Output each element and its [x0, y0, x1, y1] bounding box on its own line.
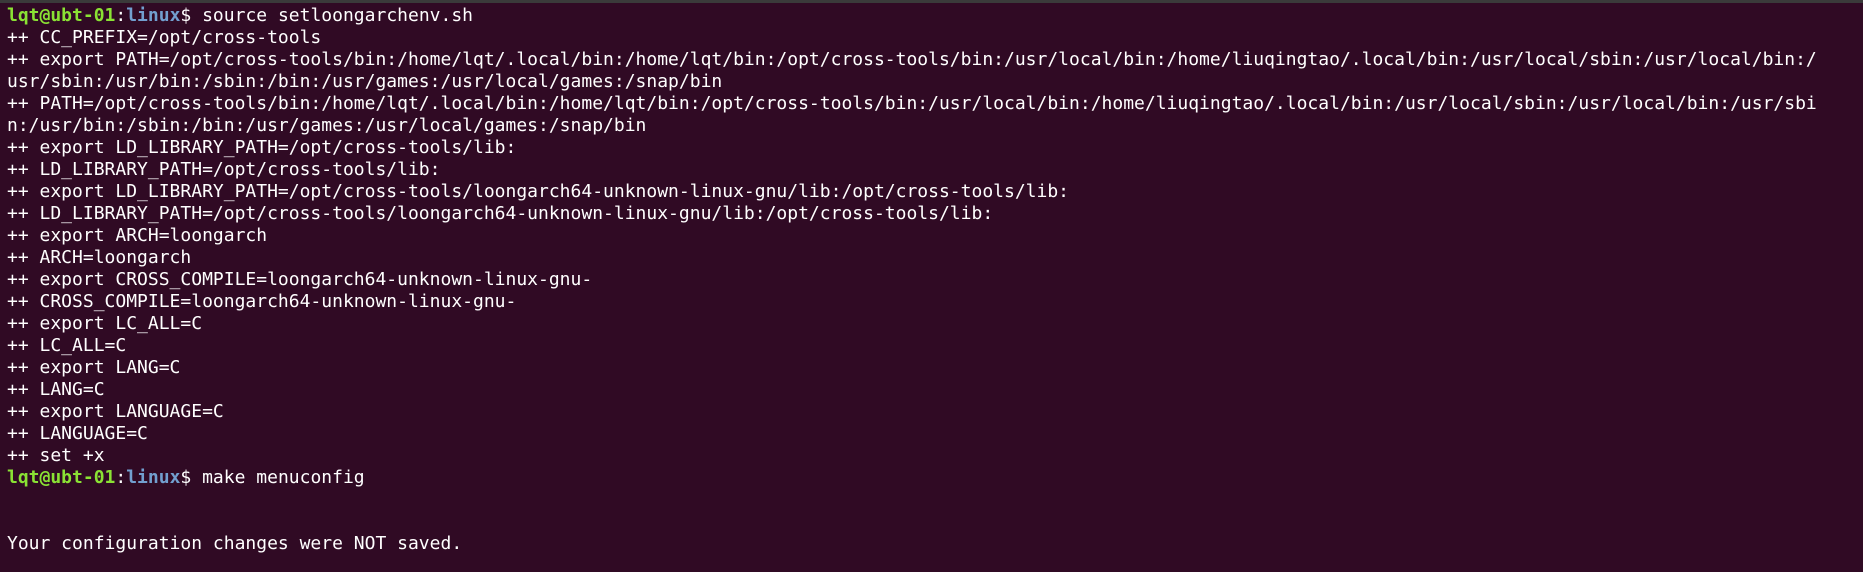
- prompt-user-host: lqt@ubt-01: [7, 467, 116, 488]
- output-line: ++ LANG=C: [7, 379, 105, 400]
- prompt-path: linux: [126, 5, 181, 26]
- output-line: ++ export LANGUAGE=C: [7, 401, 224, 422]
- output-line: ++ export LC_ALL=C: [7, 313, 203, 334]
- prompt-line: lqt@ubt-01:linux$ make menuconfig: [7, 467, 1863, 489]
- command-text: make menuconfig: [202, 467, 365, 488]
- status-message: Your configuration changes were NOT save…: [7, 533, 463, 554]
- output-line: ++ export CROSS_COMPILE=loongarch64-unkn…: [7, 269, 593, 290]
- output-line: ++ export LANG=C: [7, 357, 181, 378]
- output-line: ++ LD_LIBRARY_PATH=/opt/cross-tools/loon…: [7, 203, 994, 224]
- output-line: ++ ARCH=loongarch: [7, 247, 192, 268]
- output-line: ++ CC_PREFIX=/opt/cross-tools: [7, 27, 322, 48]
- output-line: ++ LANGUAGE=C: [7, 423, 148, 444]
- output-line: ++ LC_ALL=C: [7, 335, 127, 356]
- output-line: ++ export LD_LIBRARY_PATH=/opt/cross-too…: [7, 181, 1070, 202]
- output-line: ++ export LD_LIBRARY_PATH=/opt/cross-too…: [7, 137, 517, 158]
- output-line: ++ export ARCH=loongarch: [7, 225, 268, 246]
- output-line: ++ export PATH=/opt/cross-tools/bin:/hom…: [7, 49, 1817, 70]
- prompt-symbol: $: [180, 5, 203, 26]
- prompt-separator: :: [115, 5, 127, 26]
- output-line: usr/sbin:/usr/bin:/sbin:/bin:/usr/games:…: [7, 71, 723, 92]
- command-text: source setloongarchenv.sh: [202, 5, 474, 26]
- output-line: ++ LD_LIBRARY_PATH=/opt/cross-tools/lib:: [7, 159, 441, 180]
- prompt-line: lqt@ubt-01:linux$ source setloongarchenv…: [7, 5, 1863, 27]
- output-line: ++ CROSS_COMPILE=loongarch64-unknown-lin…: [7, 291, 517, 312]
- terminal-window[interactable]: lqt@ubt-01:linux$ source setloongarchenv…: [0, 0, 1863, 572]
- output-line: ++ set +x: [7, 445, 105, 466]
- prompt-separator: :: [115, 467, 127, 488]
- output-line: n:/usr/bin:/sbin:/bin:/usr/games:/usr/lo…: [7, 115, 647, 136]
- terminal-scrollbar[interactable]: [1853, 6, 1863, 572]
- prompt-symbol: $: [180, 467, 203, 488]
- output-line: ++ PATH=/opt/cross-tools/bin:/home/lqt/.…: [7, 93, 1817, 114]
- prompt-path: linux: [126, 467, 181, 488]
- prompt-user-host: lqt@ubt-01: [7, 5, 116, 26]
